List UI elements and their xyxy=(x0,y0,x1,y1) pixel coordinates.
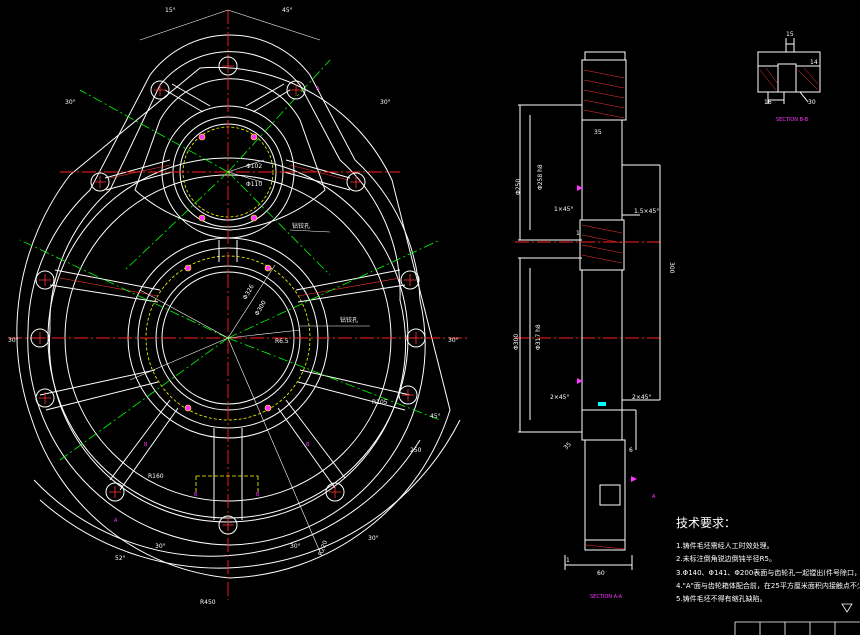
dim-label: R105 xyxy=(372,399,388,406)
section-mark: B xyxy=(256,492,260,498)
angle-label: 30° xyxy=(65,99,76,106)
dim-label: 30 xyxy=(808,99,816,106)
dim-label: R220 xyxy=(317,539,329,556)
section-aa-labels: 35 Φ250 Φ258 h8 1×45° 1.5×45° 2×45° 2×45… xyxy=(513,129,675,600)
section-mark: B xyxy=(306,442,310,448)
dim-label: 1.5×45° xyxy=(634,208,659,215)
angle-label: 30° xyxy=(290,543,301,550)
dim-label: 2×45° xyxy=(550,394,569,401)
section-mark: A xyxy=(652,494,656,500)
ribs xyxy=(39,83,411,520)
title-block-frame xyxy=(734,621,860,635)
angle-label: 30° xyxy=(380,99,391,106)
housing-outline xyxy=(16,34,461,579)
dim-label: 2×45° xyxy=(632,394,651,401)
dim-label: 35 xyxy=(562,441,572,451)
tech-notes-title: 技术要求： xyxy=(676,516,737,530)
section-cut-b xyxy=(195,475,259,494)
dim-label: 1 xyxy=(566,557,570,564)
section-mark: B xyxy=(144,442,148,448)
tech-note-item: 5.铸件毛坯不得有缩孔缺陷。 xyxy=(676,595,767,604)
angle-label: 30° xyxy=(155,543,166,550)
dim-label: 35 xyxy=(594,129,602,136)
front-view-labels: 15° 45° 30° 30° 30° 30° 52° 30° 30° 45° … xyxy=(8,7,459,606)
note-label: 钻铰孔 xyxy=(340,316,358,324)
angle-label: 30° xyxy=(8,337,19,344)
tech-note-item: 2.未标注倒角锐边倒钝半径R5。 xyxy=(676,555,776,564)
dim-label: Φ250 xyxy=(515,179,522,195)
angle-label: 45° xyxy=(282,7,293,14)
dim-label: Φ258 h8 xyxy=(537,164,544,190)
tech-notes-list: 1.铸件毛坯需经人工时效处理。 2.未标注倒角锐边倒钝半径R5。 3.Φ140、… xyxy=(676,540,860,606)
dim-label: 300 xyxy=(668,262,675,274)
dim-label: Φ317 h8 xyxy=(535,324,542,350)
dim-label: R6.5 xyxy=(275,338,289,345)
angle-label: 30° xyxy=(368,535,379,542)
dimension-lines xyxy=(129,9,370,553)
dim-label: 60 xyxy=(597,570,605,577)
section-aa-markers xyxy=(577,185,637,482)
dim-label: Φ110 xyxy=(246,181,262,188)
section-mark: B xyxy=(194,492,198,498)
angle-label: 52° xyxy=(115,555,126,562)
angle-label: 15° xyxy=(165,7,176,14)
section-bb-hatch xyxy=(759,67,819,91)
dim-label: 1×45° xyxy=(554,206,573,213)
dim-label: 15 xyxy=(786,31,794,38)
section-bb-view xyxy=(757,38,821,104)
section-aa-hatch xyxy=(581,69,625,550)
section-aa-view xyxy=(518,51,661,570)
dim-label: 6 xyxy=(629,447,633,454)
angle-label: 30° xyxy=(448,337,459,344)
section-arrow-icon xyxy=(631,476,637,482)
tech-note-item: 4."A"面与齿轮箱体配合前，在25平方厘米面积内接触点不少于12个。 xyxy=(676,581,860,590)
tech-note-item: 3.Φ140、Φ141、Φ200表面与齿轮孔一起镗出(件号除口，打上同一编号)。 xyxy=(676,568,860,577)
section-mark: A xyxy=(114,518,118,524)
section-mark: A xyxy=(316,86,320,92)
section-bb-labels: 15 14 16 30 SECTION B-B xyxy=(764,31,818,123)
angle-label: 45° xyxy=(430,413,441,420)
note-label: 钻铰孔 xyxy=(292,222,310,230)
tech-note-item: 1.铸件毛坯需经人工时效处理。 xyxy=(676,542,774,550)
dim-label: 1 xyxy=(576,230,580,237)
dim-label: Φ300 xyxy=(513,334,520,350)
view-title: SECTION B-B xyxy=(776,117,809,123)
dim-label: R160 xyxy=(148,473,164,480)
dim-label: 16 xyxy=(764,99,772,106)
dim-label: 250 xyxy=(410,447,422,454)
dim-label: Φ300 xyxy=(254,299,268,317)
view-title: SECTION A-A xyxy=(590,594,623,600)
dim-label: Φ102 xyxy=(246,163,262,170)
dim-label: R450 xyxy=(200,599,216,606)
centerlines-red xyxy=(8,10,660,600)
dim-label: 14 xyxy=(810,59,818,66)
